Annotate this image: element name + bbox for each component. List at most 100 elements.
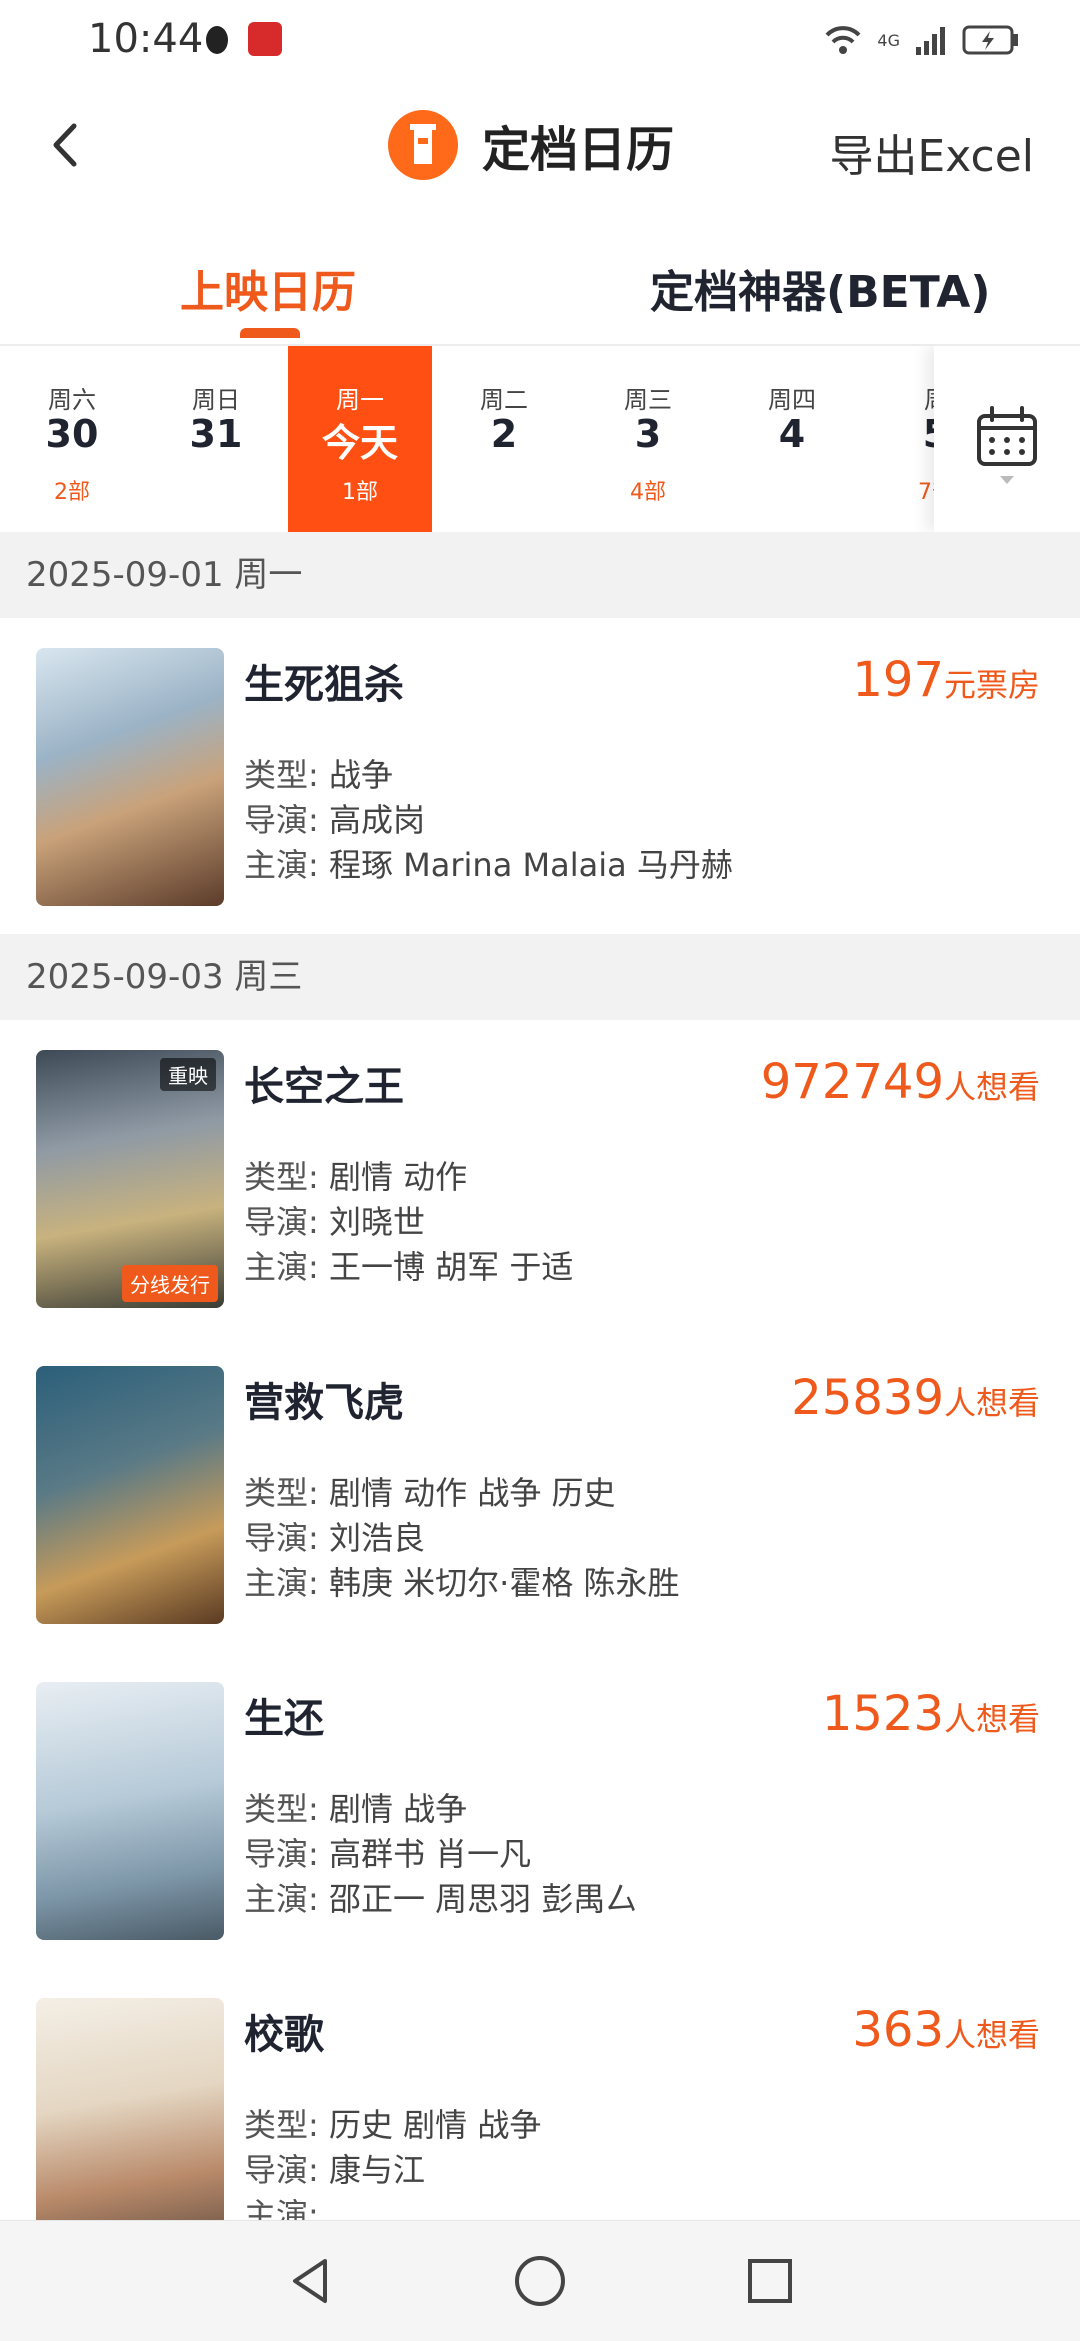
date-item[interactable]: 周日 31 [144,346,288,532]
cast-label: 主演: [244,1248,319,1286]
chevron-left-icon [53,123,77,167]
director-label: 导演: [244,801,319,839]
date-number: 3 [634,412,662,456]
movie-title: 生死狙杀 [244,662,404,708]
stat-unit: 人想看 [943,1700,1040,1738]
date-weekday: 周四 [768,386,816,414]
movie-poster[interactable] [36,1682,224,1940]
cast-label: 主演: [244,1880,319,1918]
tab-indicator [240,328,300,338]
back-triangle-icon[interactable] [280,2251,340,2311]
movie-title: 营救飞虎 [244,1380,404,1426]
director-label: 导演: [244,1519,319,1557]
genre-value: 战争 [328,756,393,794]
movie-item[interactable]: 重映 分线发行 长空之王 972749人想看 类型: 剧情 动作 导演: 刘晓世… [0,1020,1080,1336]
genre-value: 剧情 动作 战争 历史 [328,1474,616,1512]
battery-icon [962,25,1018,55]
app-header: 定档日历 导出Excel [0,80,1080,210]
home-circle-icon[interactable] [510,2251,570,2311]
movie-title: 长空之王 [244,1064,404,1110]
stat-number: 363 [852,2002,944,2058]
date-number: 31 [189,412,243,456]
signal-icon [916,27,945,55]
director-value: 高群书 肖一凡 [328,1835,532,1873]
recents-square-icon[interactable] [740,2251,800,2311]
date-number: 30 [45,412,99,456]
date-weekday: 周一 [336,386,384,414]
movie-title: 生还 [244,1696,324,1742]
movie-cast: 主演: 邵正一 周思羽 彭禺厶 [244,1874,637,1920]
date-item[interactable]: 周四 4 [720,346,864,532]
director-value: 刘浩良 [328,1519,425,1557]
date-item[interactable]: 周二 2 [432,346,576,532]
date-count: 1部 [342,480,378,505]
stat-unit: 人想看 [943,2016,1040,2054]
genre-label: 类型: [244,756,319,794]
cast-label: 主演: [244,2196,319,2220]
movie-director: 导演: 高成岗 [244,795,425,841]
network-type-label: 4G [877,30,900,50]
date-item[interactable]: 周三 3 4部 [576,346,720,532]
cast-value: 韩庚 米切尔·霍格 陈永胜 [328,1564,680,1602]
section-date-header: 2025-09-03 周三 [0,934,1080,1020]
wifi-icon [825,26,861,54]
movie-item[interactable]: 生还 1523人想看 类型: 剧情 战争 导演: 高群书 肖一凡 主演: 邵正一… [0,1652,1080,1968]
genre-value: 剧情 动作 [328,1158,468,1196]
notification-icons [200,22,282,56]
date-weekday: 周六 [48,386,96,414]
movie-stat: 1523人想看 [822,1686,1040,1742]
movie-stat: 25839人想看 [791,1370,1040,1426]
stat-number: 972749 [760,1054,944,1110]
movie-director: 导演: 高群书 肖一凡 [244,1829,531,1875]
movie-poster[interactable] [36,1366,224,1624]
movie-item[interactable]: 生死狙杀 197元票房 类型: 战争 导演: 高成岗 主演: 程琢 Marina… [0,618,1080,934]
movie-item[interactable]: 营救飞虎 25839人想看 类型: 剧情 动作 战争 历史 导演: 刘浩良 主演… [0,1336,1080,1652]
tab-bar: 上映日历 定档神器(BETA) [0,220,1080,346]
stat-number: 25839 [791,1370,944,1426]
movie-stat: 363人想看 [852,2002,1040,2058]
qq-penguin-icon [200,22,234,56]
lighthouse-logo-icon [388,110,458,180]
back-button[interactable] [36,110,96,180]
section-date-header: 2025-09-01 周一 [0,532,1080,618]
movie-poster[interactable] [36,1998,224,2220]
distribution-badge: 分线发行 [122,1265,218,1302]
movie-genre: 类型: 剧情 动作 [244,1152,467,1198]
date-count: 4部 [630,480,666,505]
date-item[interactable]: 周六 30 2部 [0,346,144,532]
movie-cast: 主演: 程琢 Marina Malaia 马丹赫 [244,840,733,886]
stat-number: 197 [852,652,944,708]
director-label: 导演: [244,2151,319,2189]
movie-genre: 类型: 战争 [244,750,393,796]
export-excel-button[interactable]: 导出Excel [829,120,1034,184]
cast-value: 程琢 Marina Malaia 马丹赫 [328,846,733,884]
date-weekday: 周二 [480,386,528,414]
director-value: 刘晓世 [328,1203,425,1241]
app-notification-icon [248,22,282,56]
genre-value: 历史 剧情 战争 [328,2106,542,2144]
page-title: 定档日历 [482,122,675,178]
tab-scheduling-tool[interactable]: 定档神器(BETA) [650,256,990,320]
stat-number: 1523 [821,1686,944,1742]
date-strip: 周六 30 2部 周日 31 周一 今天 1部 周二 2 周三 3 4部 周四 … [0,346,1080,532]
director-value: 康与江 [328,2151,425,2189]
tab-release-calendar[interactable]: 上映日历 [180,256,356,320]
movie-poster[interactable]: 重映 分线发行 [36,1050,224,1308]
system-nav-bar [0,2220,1080,2341]
movie-stat: 197元票房 [852,652,1040,708]
director-label: 导演: [244,1203,319,1241]
calendar-picker-button[interactable] [934,346,1080,532]
cast-value: 王一博 胡军 于适 [328,1248,574,1286]
date-number: 2 [490,412,518,456]
movie-list[interactable]: 2025-09-01 周一 生死狙杀 197元票房 类型: 战争 导演: 高成岗… [0,532,1080,2220]
genre-label: 类型: [244,1790,319,1828]
date-number: 今天 [321,421,398,465]
movie-cast: 主演: 韩庚 米切尔·霍格 陈永胜 [244,1558,680,1604]
cast-value: 邵正一 周思羽 彭禺厶 [328,1880,638,1918]
date-item-today[interactable]: 周一 今天 1部 [288,346,432,532]
movie-director: 导演: 康与江 [244,2145,425,2191]
movie-poster[interactable] [36,648,224,906]
stat-unit: 人想看 [943,1068,1040,1106]
movie-genre: 类型: 剧情 动作 战争 历史 [244,1468,616,1514]
movie-item[interactable]: 校歌 363人想看 类型: 历史 剧情 战争 导演: 康与江 主演: [0,1968,1080,2220]
